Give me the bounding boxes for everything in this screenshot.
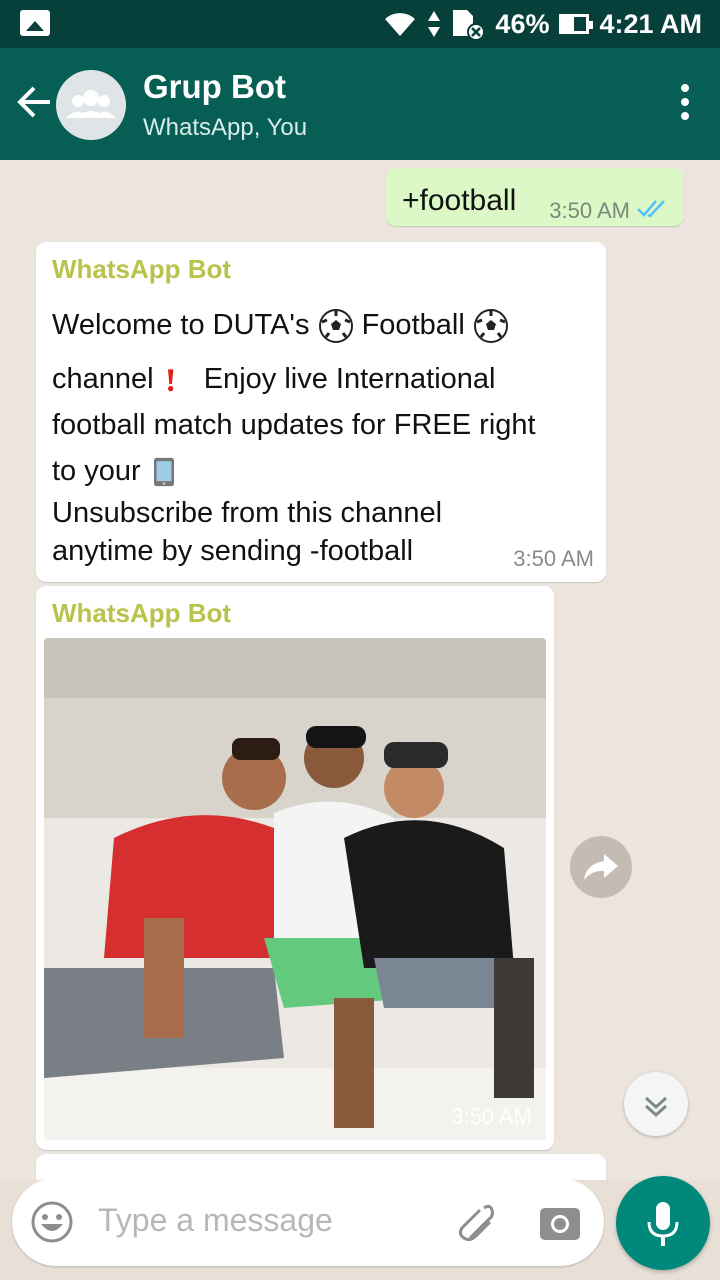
chat-title[interactable]: Grup Bot xyxy=(143,68,286,106)
text-line: football match updates for FREE right xyxy=(52,409,536,441)
exclamation-icon xyxy=(167,369,173,392)
sender-name: WhatsApp Bot xyxy=(52,598,232,628)
forward-icon xyxy=(584,854,618,880)
text-line: channel xyxy=(52,363,154,395)
scroll-to-bottom-button[interactable] xyxy=(624,1072,688,1136)
microphone-icon xyxy=(647,1202,679,1246)
photo-time: 3:50 AM xyxy=(451,1104,532,1129)
data-transfer-icon xyxy=(428,11,441,37)
no-sim-icon xyxy=(453,10,486,40)
battery-percent: 46% xyxy=(495,8,550,39)
text-line: anytime by sending -football xyxy=(52,535,414,568)
soccer-ball-icon xyxy=(473,309,508,344)
message-photo[interactable]: 3:50 AM xyxy=(44,638,546,1140)
group-avatar[interactable] xyxy=(56,70,126,140)
text-line: to your xyxy=(52,455,141,487)
soccer-ball-icon xyxy=(318,309,353,344)
photo-image xyxy=(44,638,546,1140)
status-bar: 46% 4:21 AM xyxy=(0,0,720,48)
incoming-message-partial[interactable] xyxy=(36,1154,606,1180)
more-options-icon[interactable] xyxy=(680,84,690,124)
attachment-icon[interactable] xyxy=(450,1200,496,1246)
sender-name: WhatsApp Bot xyxy=(52,254,232,284)
chat-subtitle[interactable]: WhatsApp, You xyxy=(143,114,307,142)
read-ticks-icon xyxy=(637,200,665,218)
outgoing-message[interactable]: +football 3:50 AM xyxy=(386,168,684,226)
incoming-message[interactable]: WhatsApp Bot Welcome to DUTA's Football … xyxy=(36,242,606,582)
voice-record-button[interactable] xyxy=(616,1176,710,1270)
message-time: 3:50 AM xyxy=(549,198,630,223)
message-composer[interactable]: Type a message xyxy=(12,1178,604,1266)
group-icon xyxy=(66,90,116,118)
wifi-icon xyxy=(385,13,416,36)
emoji-icon[interactable] xyxy=(30,1200,74,1244)
incoming-image-message[interactable]: WhatsApp Bot 3:50 AM xyxy=(36,586,554,1150)
text-line: Enjoy live International xyxy=(203,363,496,395)
battery-icon xyxy=(559,14,594,34)
message-text: +football xyxy=(402,184,517,217)
chevron-down-icon xyxy=(644,1096,668,1118)
gallery-notification-icon xyxy=(20,10,50,36)
message-time: 3:50 AM xyxy=(513,546,594,571)
mobile-phone-icon xyxy=(153,458,174,487)
camera-icon[interactable] xyxy=(538,1202,582,1242)
forward-button[interactable] xyxy=(570,836,632,898)
chat-header: Grup Bot WhatsApp, You xyxy=(0,48,720,160)
clock: 4:21 AM xyxy=(599,8,702,39)
back-arrow-icon[interactable] xyxy=(14,82,54,122)
message-body: Welcome to DUTA's Football channel Enjoy… xyxy=(52,302,592,570)
text-line: Welcome to DUTA's xyxy=(52,309,310,341)
message-input[interactable]: Type a message xyxy=(98,1202,333,1239)
status-right: 46% 4:21 AM xyxy=(383,0,702,48)
text-line: Football xyxy=(361,309,465,341)
chat-area[interactable]: +football 3:50 AM WhatsApp Bot Welcome t… xyxy=(0,160,720,1180)
text-line: Unsubscribe from this channel xyxy=(52,497,443,530)
